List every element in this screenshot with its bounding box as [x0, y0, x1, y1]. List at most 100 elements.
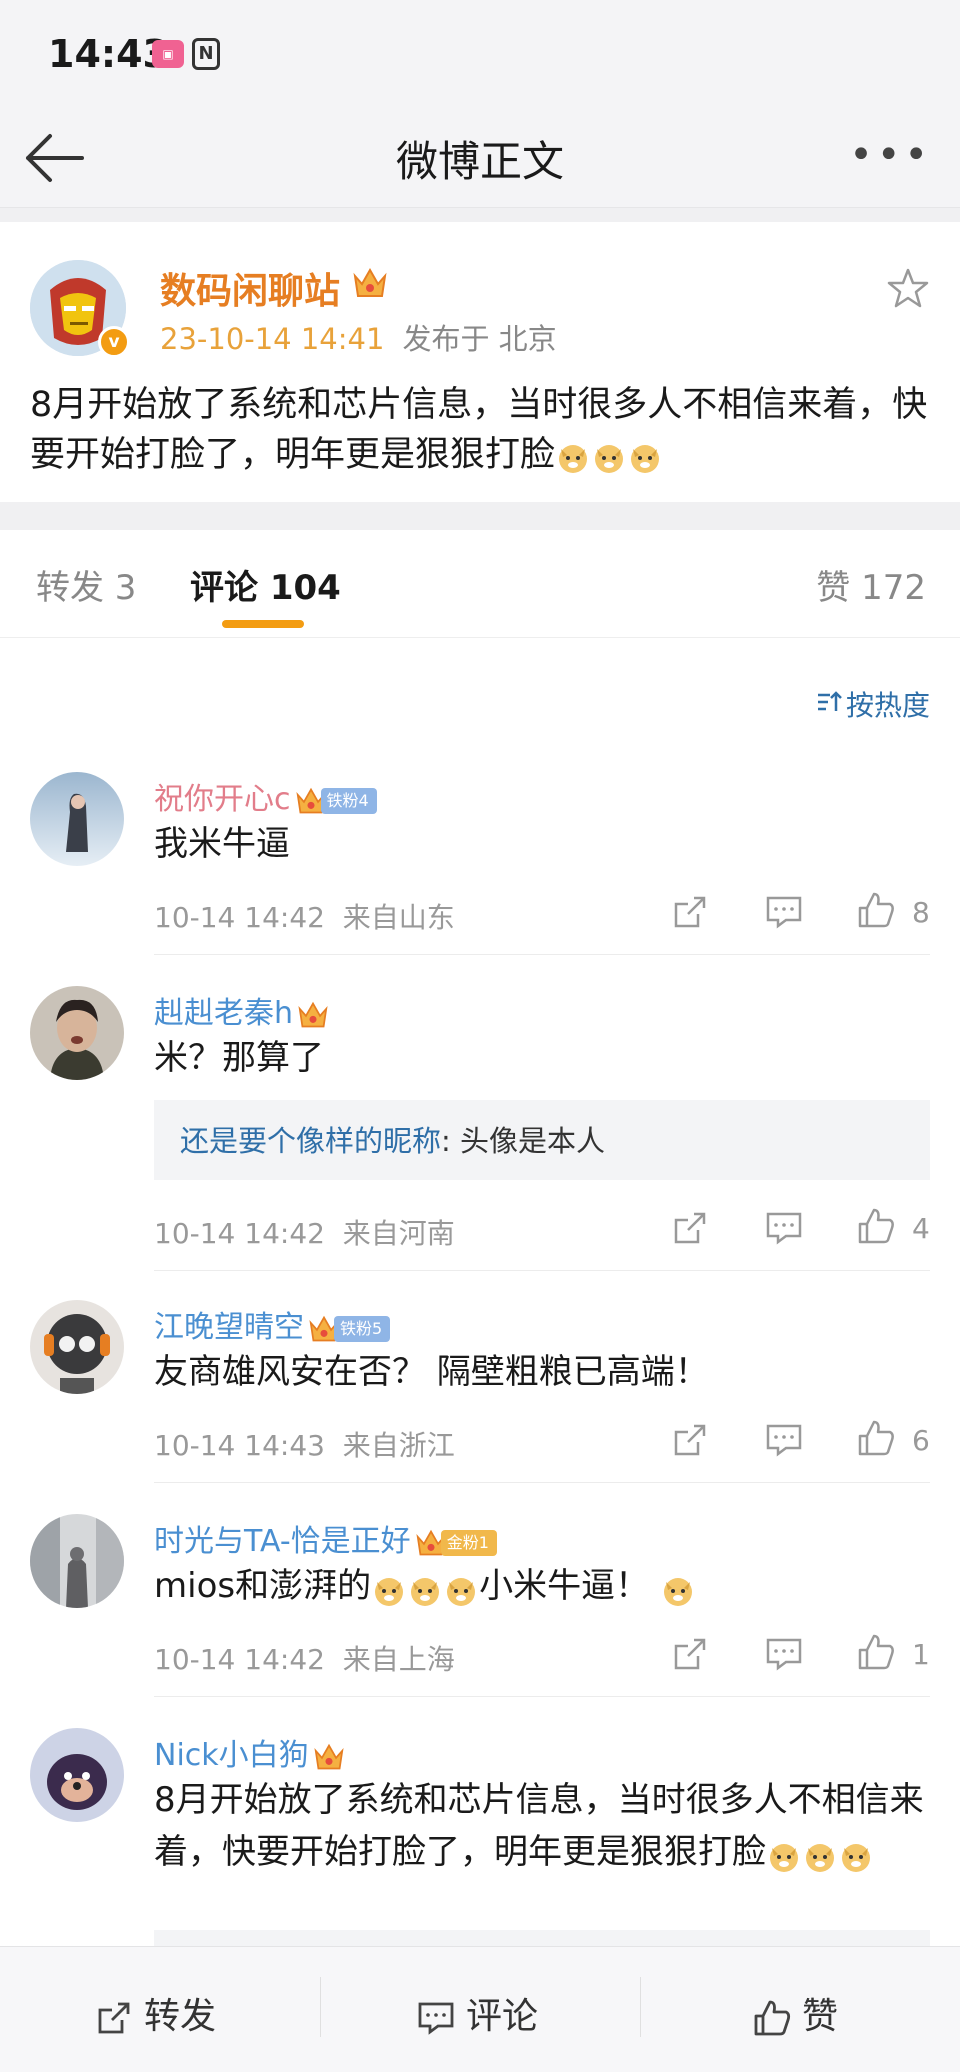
- comment-text: 我米牛逼: [154, 824, 290, 864]
- post-date: 23-10-14 14:41: [160, 322, 385, 356]
- divider: [154, 1696, 930, 1697]
- comment-text: 友商雄风安在否？ 隔壁粗粮已高端！: [154, 1352, 709, 1392]
- share-icon[interactable]: [670, 1634, 710, 1674]
- commenter-name-text: Nick小白狗: [154, 1738, 309, 1773]
- comment-text: mios和澎湃的 小米牛逼！: [154, 1560, 934, 1612]
- repost-label: 转发: [144, 1996, 217, 2037]
- commenter-avatar[interactable]: [30, 1300, 124, 1394]
- comment-item: 赳赳老秦h 米？那算了 还是要个像样的昵称: 头像是本人 10-14 14:42…: [0, 986, 960, 1272]
- divider: [154, 1270, 930, 1271]
- reply-author[interactable]: 还是要个像样的昵称: [180, 1124, 441, 1158]
- reply-comment-icon[interactable]: [764, 1634, 804, 1674]
- comment-meta: 10-14 14:42 来自上海: [154, 1638, 455, 1678]
- comment-item: 江晚望晴空 铁粉5 友商雄风安在否？ 隔壁粗粮已高端！ 10-14 14:43 来…: [0, 1300, 960, 1483]
- crown-badge-icon: [298, 1001, 328, 1027]
- comment-meta: 10-14 14:42 来自山东: [154, 896, 455, 936]
- doge-emoji-icon: [556, 439, 590, 473]
- comment-button[interactable]: 评论: [416, 1987, 538, 2039]
- divider: [0, 502, 960, 530]
- status-bar: 14:43 ▣ N: [0, 0, 960, 110]
- sort-label: 按热度: [845, 689, 930, 722]
- fan-level-badge: 铁粉4: [320, 787, 377, 814]
- commenter-name[interactable]: 时光与TA-恰是正好 金粉1: [154, 1516, 497, 1560]
- post-author-name[interactable]: 数码闲聊站: [160, 262, 340, 314]
- commenter-name-text: 祝你开心c: [154, 782, 291, 817]
- comment-text: 米？那算了: [154, 1038, 324, 1078]
- nfc-icon: N: [192, 38, 220, 70]
- repost-button[interactable]: 转发: [94, 1987, 216, 2039]
- comment-time: 10-14 14:42: [154, 1643, 325, 1676]
- divider: [0, 208, 960, 222]
- commenter-name[interactable]: 赳赳老秦h: [154, 988, 329, 1032]
- commenter-name[interactable]: Nick小白狗: [154, 1730, 345, 1774]
- like-button[interactable]: 赞: [752, 1987, 838, 2039]
- commenter-name-text: 时光与TA-恰是正好: [154, 1524, 411, 1559]
- tab-comments[interactable]: 评论 104: [190, 560, 341, 609]
- reply-comment-icon[interactable]: [764, 1208, 804, 1248]
- bottom-action-bar: 转发 评论 赞: [0, 1946, 960, 2072]
- active-tab-indicator: [222, 620, 304, 628]
- post-card: v 数码闲聊站 23-10-14 14:41 发布于 北京 8月开始放了系统和芯片…: [0, 222, 960, 502]
- status-time: 14:43: [48, 32, 169, 76]
- comment-location: 来自上海: [342, 1643, 455, 1676]
- divider: [320, 1977, 321, 2037]
- comment-text-part: mios和澎湃的: [154, 1566, 372, 1606]
- like-thumb-icon[interactable]: [856, 890, 896, 930]
- page-title: 微博正文: [395, 137, 564, 186]
- like-count: 4: [912, 1212, 930, 1245]
- reply-comment-icon[interactable]: [764, 892, 804, 932]
- comment-item: 时光与TA-恰是正好 金粉1 mios和澎湃的 小米牛逼！ 10-14 14:42 …: [0, 1514, 960, 1697]
- commenter-name-text: 江晚望晴空: [154, 1310, 304, 1345]
- commenter-name-text: 赳赳老秦h: [154, 996, 294, 1031]
- share-icon[interactable]: [670, 1420, 710, 1460]
- doge-emoji-icon: [372, 1571, 406, 1606]
- comment-location: 来自浙江: [342, 1429, 455, 1462]
- favorite-star-icon[interactable]: [886, 266, 930, 310]
- doge-emoji-icon: [767, 1837, 801, 1872]
- like-thumb-icon: [754, 2000, 791, 2036]
- commenter-name[interactable]: 江晚望晴空 铁粉5: [154, 1302, 391, 1346]
- share-icon[interactable]: [670, 892, 710, 932]
- like-count: 6: [912, 1424, 930, 1457]
- more-options-icon[interactable]: •••: [849, 135, 932, 175]
- post-meta: 23-10-14 14:41 发布于 北京: [160, 316, 557, 358]
- sort-by-hot-button[interactable]: 按热度: [816, 684, 930, 724]
- comment-time: 10-14 14:42: [154, 901, 325, 934]
- like-count: 1: [912, 1638, 930, 1671]
- tab-repost[interactable]: 转发 3: [36, 560, 136, 609]
- reply-preview[interactable]: 还是要个像样的昵称: 头像是本人: [154, 1100, 930, 1180]
- commenter-avatar[interactable]: [30, 772, 124, 866]
- comment-meta: 10-14 14:43 来自浙江: [154, 1424, 455, 1464]
- interaction-tabs: 转发 3 评论 104 赞 172: [0, 530, 960, 638]
- doge-emoji-icon: [628, 439, 662, 473]
- like-label: 赞: [802, 1996, 839, 2037]
- like-thumb-icon[interactable]: [856, 1206, 896, 1246]
- comment-label: 评论: [466, 1996, 539, 2037]
- reply-text: : 头像是本人: [441, 1124, 606, 1158]
- comment-location: 来自河南: [342, 1217, 455, 1250]
- post-text: 8月开始放了系统和芯片信息，当时很多人不相信来着，快要开始打脸了，明年更是狠狠打…: [30, 380, 930, 480]
- comment-text-part: 小米牛逼！: [479, 1566, 650, 1606]
- comment-location: 来自山东: [342, 901, 455, 934]
- reply-comment-icon[interactable]: [764, 1420, 804, 1460]
- commenter-avatar[interactable]: [30, 1514, 124, 1608]
- tab-likes[interactable]: 赞 172: [816, 560, 926, 609]
- repost-icon: [98, 2002, 130, 2034]
- share-icon[interactable]: [670, 1208, 710, 1248]
- like-count: 8: [912, 896, 930, 929]
- verified-badge: v: [98, 326, 130, 358]
- commenter-avatar[interactable]: [30, 986, 124, 1080]
- comment-text: 8月开始放了系统和芯片信息，当时很多人不相信来着，快要开始打脸了，明年更是狠狠打…: [154, 1774, 934, 1878]
- top-nav-bar: 微博正文 •••: [0, 110, 960, 208]
- doge-emoji-icon: [839, 1837, 873, 1872]
- doge-emoji-icon: [408, 1571, 442, 1606]
- comment-item: Nick小白狗 8月开始放了系统和芯片信息，当时很多人不相信来着，快要开始打脸了…: [0, 1728, 960, 1948]
- commenter-avatar[interactable]: [30, 1728, 124, 1822]
- commenter-name[interactable]: 祝你开心c 铁粉4: [154, 774, 377, 818]
- like-thumb-icon[interactable]: [856, 1418, 896, 1458]
- crown-badge-icon: [353, 267, 387, 297]
- like-thumb-icon[interactable]: [856, 1632, 896, 1672]
- comment-icon: [418, 2002, 454, 2035]
- bilibili-icon: ▣: [152, 40, 184, 68]
- comment-item: 祝你开心c 铁粉4 我米牛逼 10-14 14:42 来自山东 8: [0, 772, 960, 955]
